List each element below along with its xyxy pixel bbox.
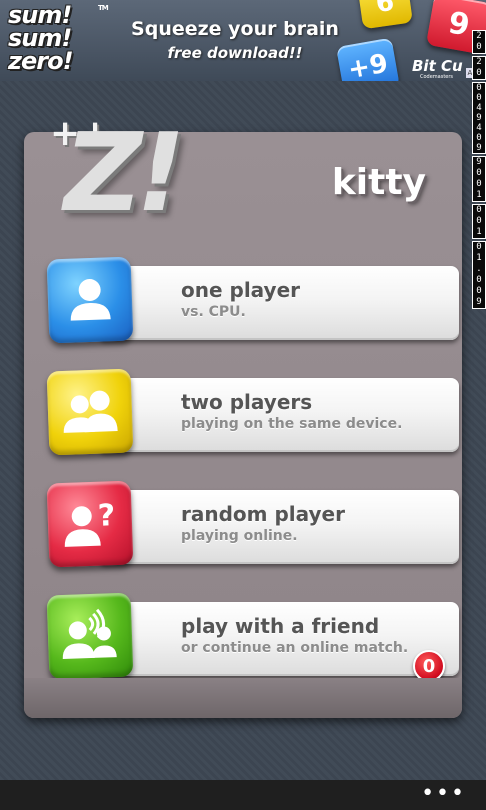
menu-subtitle: playing online. bbox=[181, 528, 298, 544]
ad-logo-line3: zero! bbox=[8, 47, 74, 75]
game-logo: + + Z! bbox=[40, 116, 200, 236]
ad-brand-name: Bit Cu bbox=[412, 57, 463, 75]
ad-headline: Squeeze your brain bbox=[131, 18, 339, 40]
panel-footer bbox=[24, 678, 462, 718]
ad-subline: free download!! bbox=[167, 44, 303, 62]
ad-logo-trademark: TM bbox=[98, 4, 109, 12]
menu-item-two-players[interactable]: two players playing on the same device. bbox=[46, 368, 459, 458]
menu-title: one player bbox=[181, 278, 301, 302]
debug-counter-strip: 20 20 0049409 9001 001 01.009 bbox=[472, 30, 486, 400]
debug-value: 20 bbox=[472, 30, 486, 54]
two-persons-icon[interactable] bbox=[46, 368, 134, 456]
random-person-icon[interactable]: ? bbox=[46, 480, 134, 568]
menu-title: play with a friend bbox=[181, 614, 380, 638]
menu-title: random player bbox=[181, 502, 345, 526]
friend-calling-icon[interactable] bbox=[46, 592, 134, 680]
ad-banner[interactable]: sum! sum! zero! TM Squeeze your brain fr… bbox=[0, 0, 486, 81]
debug-value: 9001 bbox=[472, 156, 486, 202]
menu-item-play-with-friend[interactable]: play with a friend or continue an online… bbox=[46, 592, 459, 682]
menu-item-random-player[interactable]: ? random player playing online. bbox=[46, 480, 459, 570]
menu-subtitle: or continue an online match. bbox=[181, 640, 409, 656]
debug-value: 0049409 bbox=[472, 82, 486, 154]
ad-game-logo: sum! sum! zero! TM bbox=[8, 3, 109, 78]
single-person-icon[interactable] bbox=[46, 256, 134, 344]
debug-value: 01.009 bbox=[472, 241, 486, 309]
logo-z: Z! bbox=[64, 111, 186, 236]
svg-text:?: ? bbox=[97, 498, 116, 534]
menu-panel: + + Z! kitty one player vs. CPU. two pla… bbox=[24, 116, 462, 718]
main-stage: + + Z! kitty one player vs. CPU. two pla… bbox=[0, 81, 486, 780]
menu-subtitle: playing on the same device. bbox=[181, 416, 403, 432]
app-bar: ••• bbox=[0, 780, 486, 810]
ad-brand-sub: Codemasters bbox=[420, 74, 454, 80]
debug-value: 001 bbox=[472, 204, 486, 239]
menu-item-one-player[interactable]: one player vs. CPU. bbox=[46, 256, 459, 346]
ad-number-tile-yellow: 6 bbox=[357, 0, 413, 30]
username-label: kitty bbox=[331, 162, 426, 203]
ad-number-tile-blue: +9 bbox=[336, 37, 400, 81]
menu-title: two players bbox=[181, 390, 313, 414]
menu-subtitle: vs. CPU. bbox=[181, 304, 246, 320]
more-options-icon[interactable]: ••• bbox=[421, 783, 466, 805]
debug-value: 20 bbox=[472, 56, 486, 80]
